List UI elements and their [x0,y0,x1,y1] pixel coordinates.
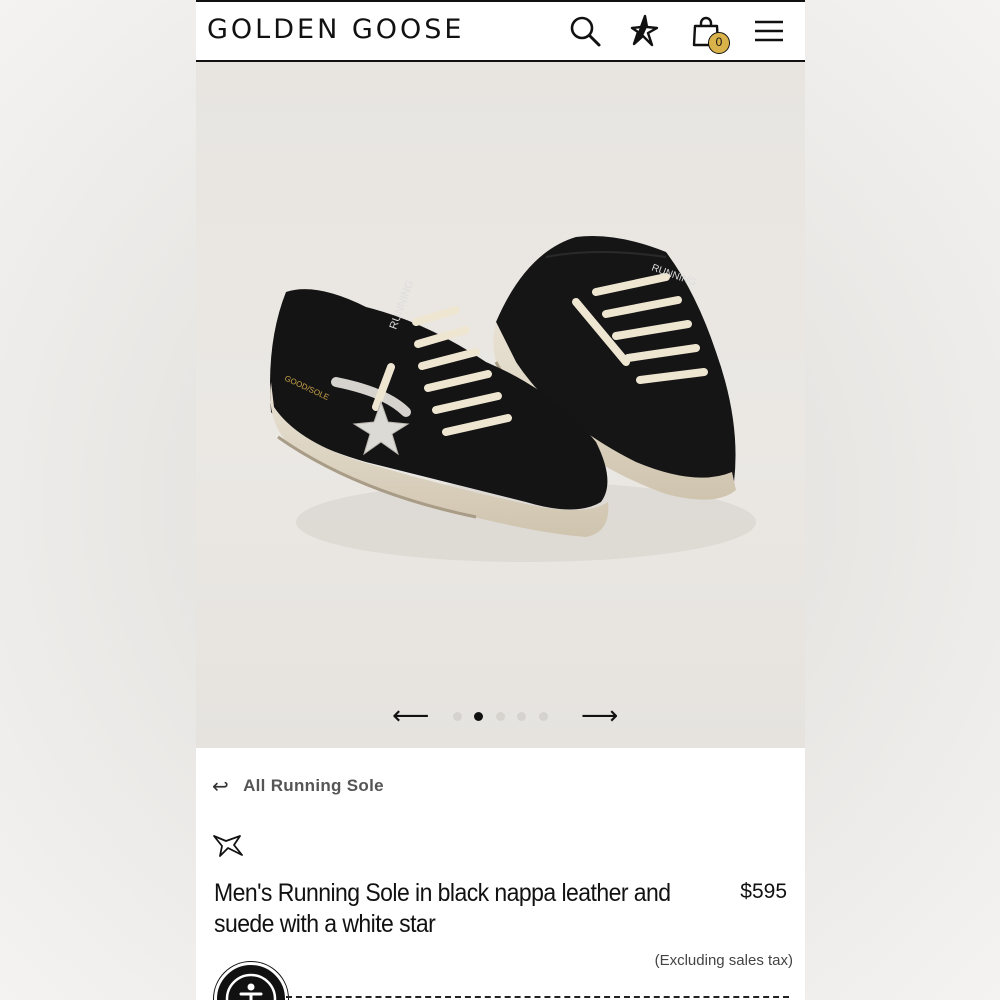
brand-star-icon [213,835,243,857]
star-account-icon[interactable] [626,14,660,48]
back-link-label: All Running Sole [243,776,384,795]
return-arrow-icon: ↩ [212,774,230,798]
carousel-dot-5[interactable] [539,712,548,721]
product-price: $595 [740,880,787,903]
brand-logo[interactable]: GOLDEN GOOSE [207,14,464,45]
product-title: Men's Running Sole in black nappa leathe… [214,879,671,938]
menu-icon[interactable] [752,14,786,48]
product-image-gallery[interactable]: RUNNING RUNNING GOOD/SOLE [196,62,805,748]
previous-image-button[interactable]: ⟵ [392,703,429,729]
back-to-category-link[interactable]: ↩ All Running Sole [212,772,384,800]
site-header: GOLDEN GOOSE 0 [196,0,805,62]
carousel-dot-1[interactable] [453,712,462,721]
carousel-dot-2[interactable] [474,712,483,721]
product-photo-sneakers: RUNNING RUNNING GOOD/SOLE [270,236,756,562]
next-image-button[interactable]: ⟶ [581,703,618,729]
carousel-dot-3[interactable] [496,712,505,721]
carousel-dot-4[interactable] [517,712,526,721]
section-divider [286,996,789,998]
accessibility-icon[interactable] [214,962,288,1000]
tax-note: (Excluding sales tax) [654,952,793,969]
cart-count-badge: 0 [708,32,730,54]
search-icon[interactable] [568,14,602,48]
mobile-page: GOLDEN GOOSE 0 RUNNING RUNNING GOOD/SOLE… [196,0,805,1000]
